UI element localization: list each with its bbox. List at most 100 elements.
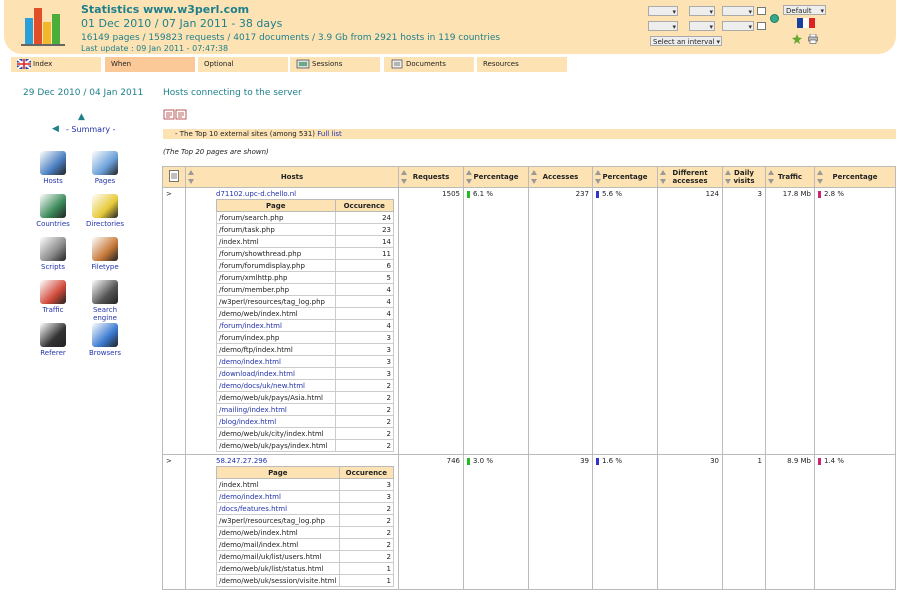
sort-icon[interactable]	[188, 170, 194, 184]
print-icon[interactable]	[808, 34, 818, 44]
sidebar-item-browsers[interactable]: Browsers	[83, 323, 127, 357]
browsers-icon[interactable]	[92, 323, 118, 347]
host-link[interactable]: d71102.upc-d.chello.nl	[216, 190, 296, 198]
col-traffic[interactable]: Traffic	[765, 166, 815, 188]
sort-icon[interactable]	[401, 170, 407, 184]
theme-select[interactable]: Default	[783, 5, 826, 16]
host-link[interactable]: 58.247.27.296	[216, 457, 267, 465]
sidebar-item-label[interactable]: Traffic	[31, 306, 75, 314]
traffic-icon[interactable]	[40, 280, 66, 304]
sidebar-item-hosts[interactable]: Hosts	[31, 151, 75, 185]
col-accesses[interactable]: Accesses	[528, 166, 593, 188]
arrow-left-icon[interactable]: ◀	[52, 124, 59, 134]
scripts-icon[interactable]	[40, 237, 66, 261]
referer-icon[interactable]	[40, 323, 66, 347]
sort-icon[interactable]	[466, 170, 472, 184]
sidebar-item-label[interactable]: Hosts	[31, 177, 75, 185]
page-path[interactable]: /blog/index.html	[216, 415, 336, 428]
sidebar-item-label[interactable]: Countries	[31, 220, 75, 228]
sort-icon[interactable]	[660, 170, 666, 184]
sidebar-item-filetype[interactable]: Filetype	[83, 237, 127, 271]
page-path[interactable]: /forum/index.html	[216, 319, 336, 332]
french-flag-icon[interactable]	[797, 18, 815, 28]
directories-icon[interactable]	[92, 194, 118, 218]
page-path[interactable]: /download/index.html	[216, 367, 336, 380]
hosts-icon[interactable]	[40, 151, 66, 175]
sidebar-item-scripts[interactable]: Scripts	[31, 237, 75, 271]
page-link[interactable]: /demo/docs/uk/new.html	[219, 382, 305, 390]
col-different-accesses[interactable]: Different accesses	[657, 166, 723, 188]
page-path[interactable]: /demo/docs/uk/new.html	[216, 379, 336, 392]
end-day-select[interactable]	[648, 21, 678, 32]
end-calendar-icon[interactable]	[757, 22, 766, 30]
page-link[interactable]: /forum/index.html	[219, 322, 282, 330]
sidebar-item-label[interactable]: Directories	[83, 220, 127, 228]
summary-link[interactable]: - Summary -	[66, 125, 116, 134]
interval-select[interactable]: Select an interval	[650, 36, 722, 47]
page-link[interactable]: /demo/index.html	[219, 358, 281, 366]
page-link[interactable]: /blog/index.html	[219, 418, 276, 426]
page-path[interactable]: /mailing/index.html	[216, 403, 336, 416]
sidebar-item-label[interactable]: Scripts	[31, 263, 75, 271]
arrow-up-icon[interactable]: ▲	[78, 112, 85, 122]
sidebar-item-referer[interactable]: Referer	[31, 323, 75, 357]
end-month-select[interactable]	[689, 21, 715, 32]
page-path: /index.html	[216, 478, 340, 491]
filetype-icon[interactable]	[92, 237, 118, 261]
go-icon[interactable]	[770, 14, 779, 23]
start-calendar-icon[interactable]	[757, 7, 766, 15]
start-month-select[interactable]	[689, 6, 715, 17]
sidebar-item-label[interactable]: Search engine	[83, 306, 127, 322]
tab-when[interactable]: When	[105, 57, 195, 72]
col-occurence[interactable]: Occurence	[334, 199, 395, 212]
page-path[interactable]: /docs/features.html	[216, 502, 340, 515]
col-page[interactable]: Page	[216, 199, 336, 212]
col-page[interactable]: Page	[216, 466, 340, 479]
sort-icon[interactable]	[725, 170, 731, 184]
export-icons[interactable]	[163, 109, 187, 120]
search-engine-icon[interactable]	[92, 280, 118, 304]
page-path[interactable]: /demo/index.html	[216, 355, 336, 368]
sidebar-item-countries[interactable]: Countries	[31, 194, 75, 228]
col-hosts[interactable]: Hosts	[185, 166, 399, 188]
sidebar-item-label[interactable]: Filetype	[83, 263, 127, 271]
tab-index[interactable]: Index	[11, 57, 101, 72]
tab-resources-label: Resources	[483, 60, 519, 68]
countries-icon[interactable]	[40, 194, 66, 218]
sidebar-item-label[interactable]: Pages	[83, 177, 127, 185]
tab-documents[interactable]: Documents	[384, 57, 474, 72]
col-occurence[interactable]: Occurence	[338, 466, 395, 479]
col-traffic-percentage[interactable]: Percentage	[814, 166, 896, 188]
list-item: /forum/forumdisplay.php 6	[216, 259, 395, 272]
sort-icon[interactable]	[595, 170, 601, 184]
sidebar-item-search-engine[interactable]: Search engine	[83, 280, 127, 322]
tab-resources[interactable]: Resources	[477, 57, 567, 72]
page-link[interactable]: /docs/features.html	[219, 505, 287, 513]
end-year-select[interactable]	[722, 21, 754, 32]
pages-icon[interactable]	[92, 151, 118, 175]
full-list-link[interactable]: Full list	[317, 130, 341, 138]
col-req-percentage[interactable]: Percentage	[463, 166, 529, 188]
accesses-value-cell: 39	[528, 454, 593, 590]
sidebar-item-pages[interactable]: Pages	[83, 151, 127, 185]
col-acc-percentage[interactable]: Percentage	[592, 166, 658, 188]
sort-icon[interactable]	[817, 170, 823, 184]
page-link[interactable]: /mailing/index.html	[219, 406, 287, 414]
col-requests[interactable]: Requests	[398, 166, 464, 188]
sidebar-item-traffic[interactable]: Traffic	[31, 280, 75, 314]
sidebar-item-label[interactable]: Referer	[31, 349, 75, 357]
page-link[interactable]: /demo/index.html	[219, 493, 281, 501]
sort-icon[interactable]	[768, 170, 774, 184]
page-link[interactable]: /download/index.html	[219, 370, 295, 378]
sort-icon[interactable]	[531, 170, 537, 184]
col-daily-visits[interactable]: Daily visits	[722, 166, 766, 188]
col-traffic-label: Traffic	[777, 173, 803, 181]
sidebar-item-label[interactable]: Browsers	[83, 349, 127, 357]
bookmark-icon[interactable]	[792, 34, 802, 44]
tab-optional[interactable]: Optional	[198, 57, 288, 72]
start-year-select[interactable]	[722, 6, 754, 17]
tab-sessions[interactable]: Sessions	[290, 57, 380, 72]
sidebar-item-directories[interactable]: Directories	[83, 194, 127, 228]
start-day-select[interactable]	[648, 6, 678, 17]
page-path[interactable]: /demo/index.html	[216, 490, 340, 503]
